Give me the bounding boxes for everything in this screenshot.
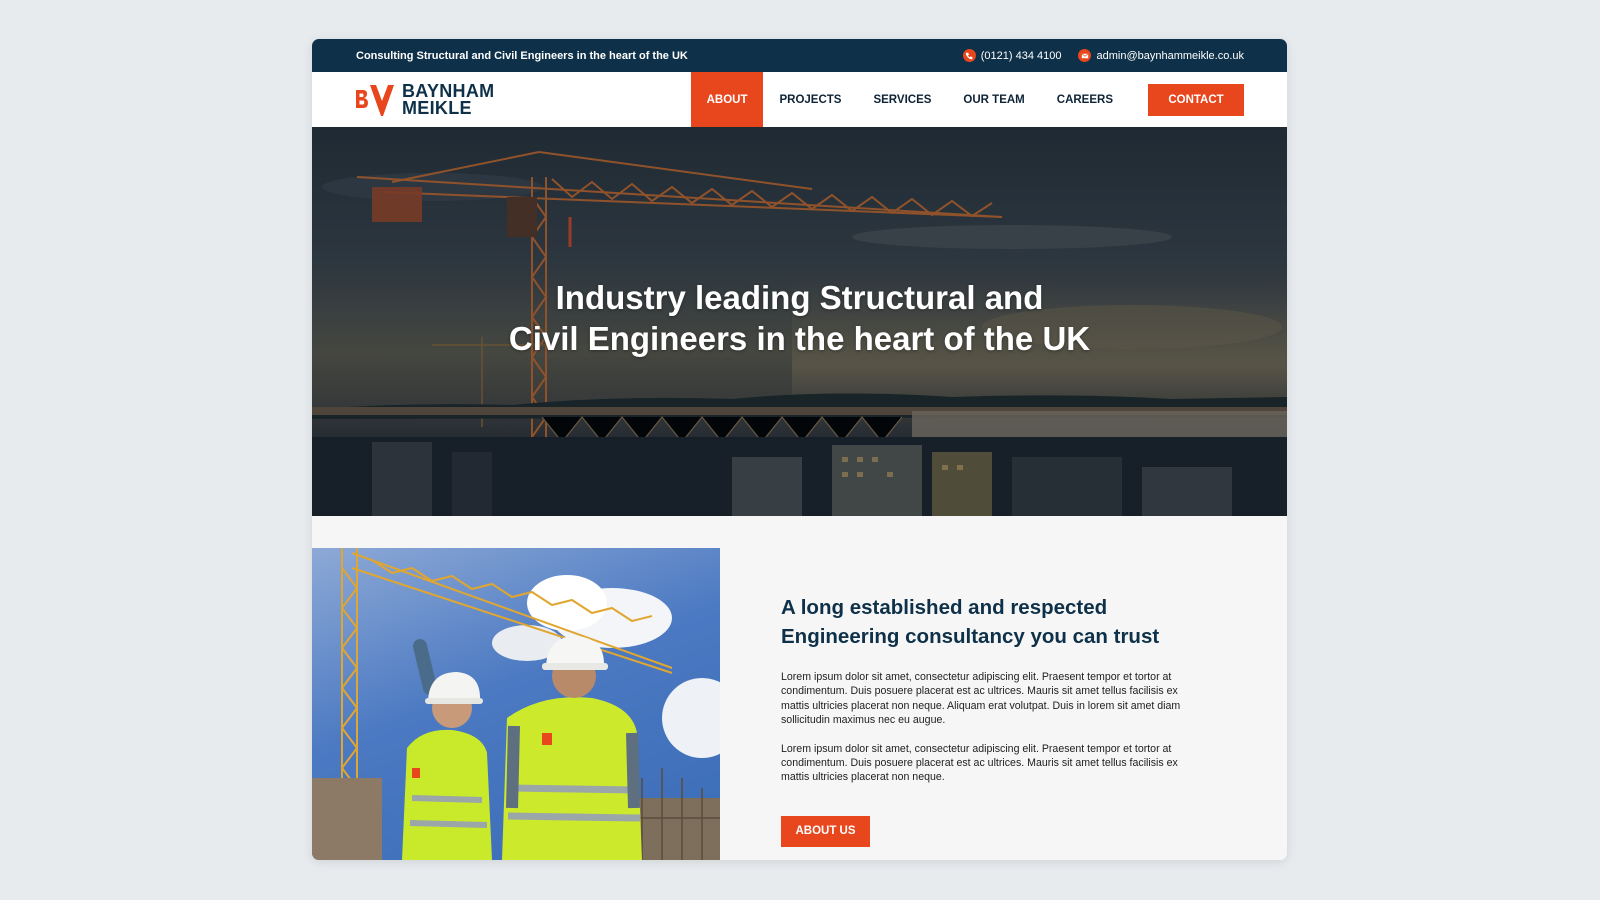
phone-link[interactable]: (0121) 434 4100 (962, 49, 1062, 62)
contact-info: (0121) 434 4100 admin@baynhammeikle.co.u… (962, 49, 1244, 62)
nav-item-our-team[interactable]: OUR TEAM (947, 72, 1040, 127)
email-address: admin@baynhammeikle.co.uk (1096, 49, 1244, 62)
phone-number: (0121) 434 4100 (980, 49, 1062, 62)
main-navigation: BAYNHAM MEIKLE ABOUT PROJECTS SERVICES O… (312, 72, 1287, 127)
about-us-button[interactable]: ABOUT US (781, 815, 870, 847)
phone-icon (962, 49, 976, 62)
about-heading: A long established and respected Enginee… (781, 593, 1191, 651)
engineers-photo (312, 548, 720, 860)
nav-menu: ABOUT PROJECTS SERVICES OUR TEAM CAREERS… (690, 72, 1244, 127)
engineers-illustration (312, 548, 720, 860)
about-heading-line-1: A long established and respected (781, 596, 1108, 619)
hero-title-line-1: Industry leading Structural and (555, 279, 1044, 316)
about-section: A long established and respected Enginee… (312, 516, 1287, 860)
about-text: A long established and respected Enginee… (781, 593, 1191, 847)
nav-item-projects[interactable]: PROJECTS (763, 72, 857, 127)
email-link[interactable]: admin@baynhammeikle.co.uk (1078, 49, 1244, 62)
contact-button[interactable]: CONTACT (1148, 83, 1244, 116)
logo-wordmark: BAYNHAM MEIKLE (402, 80, 495, 118)
nav-item-careers[interactable]: CAREERS (1041, 72, 1129, 127)
about-heading-line-2: Engineering consultancy you can trust (781, 625, 1160, 648)
logo-line-1: BAYNHAM (402, 80, 495, 101)
email-icon (1078, 49, 1092, 62)
hero-title: Industry leading Structural and Civil En… (312, 277, 1287, 359)
top-info-bar: Consulting Structural and Civil Engineer… (312, 39, 1287, 72)
logo[interactable]: BAYNHAM MEIKLE (356, 80, 495, 118)
hero-banner: Industry leading Structural and Civil En… (312, 127, 1287, 516)
nav-item-services[interactable]: SERVICES (857, 72, 947, 127)
about-paragraph-1: Lorem ipsum dolor sit amet, consectetur … (781, 671, 1181, 727)
tagline: Consulting Structural and Civil Engineer… (356, 49, 688, 62)
hero-title-line-2: Civil Engineers in the heart of the UK (508, 320, 1091, 357)
about-paragraph-2: Lorem ipsum dolor sit amet, consectetur … (781, 742, 1178, 784)
browser-page: Consulting Structural and Civil Engineer… (312, 39, 1287, 860)
nav-item-about[interactable]: ABOUT (690, 72, 764, 127)
logo-mark (356, 84, 394, 116)
logo-line-2: MEIKLE (402, 97, 472, 118)
